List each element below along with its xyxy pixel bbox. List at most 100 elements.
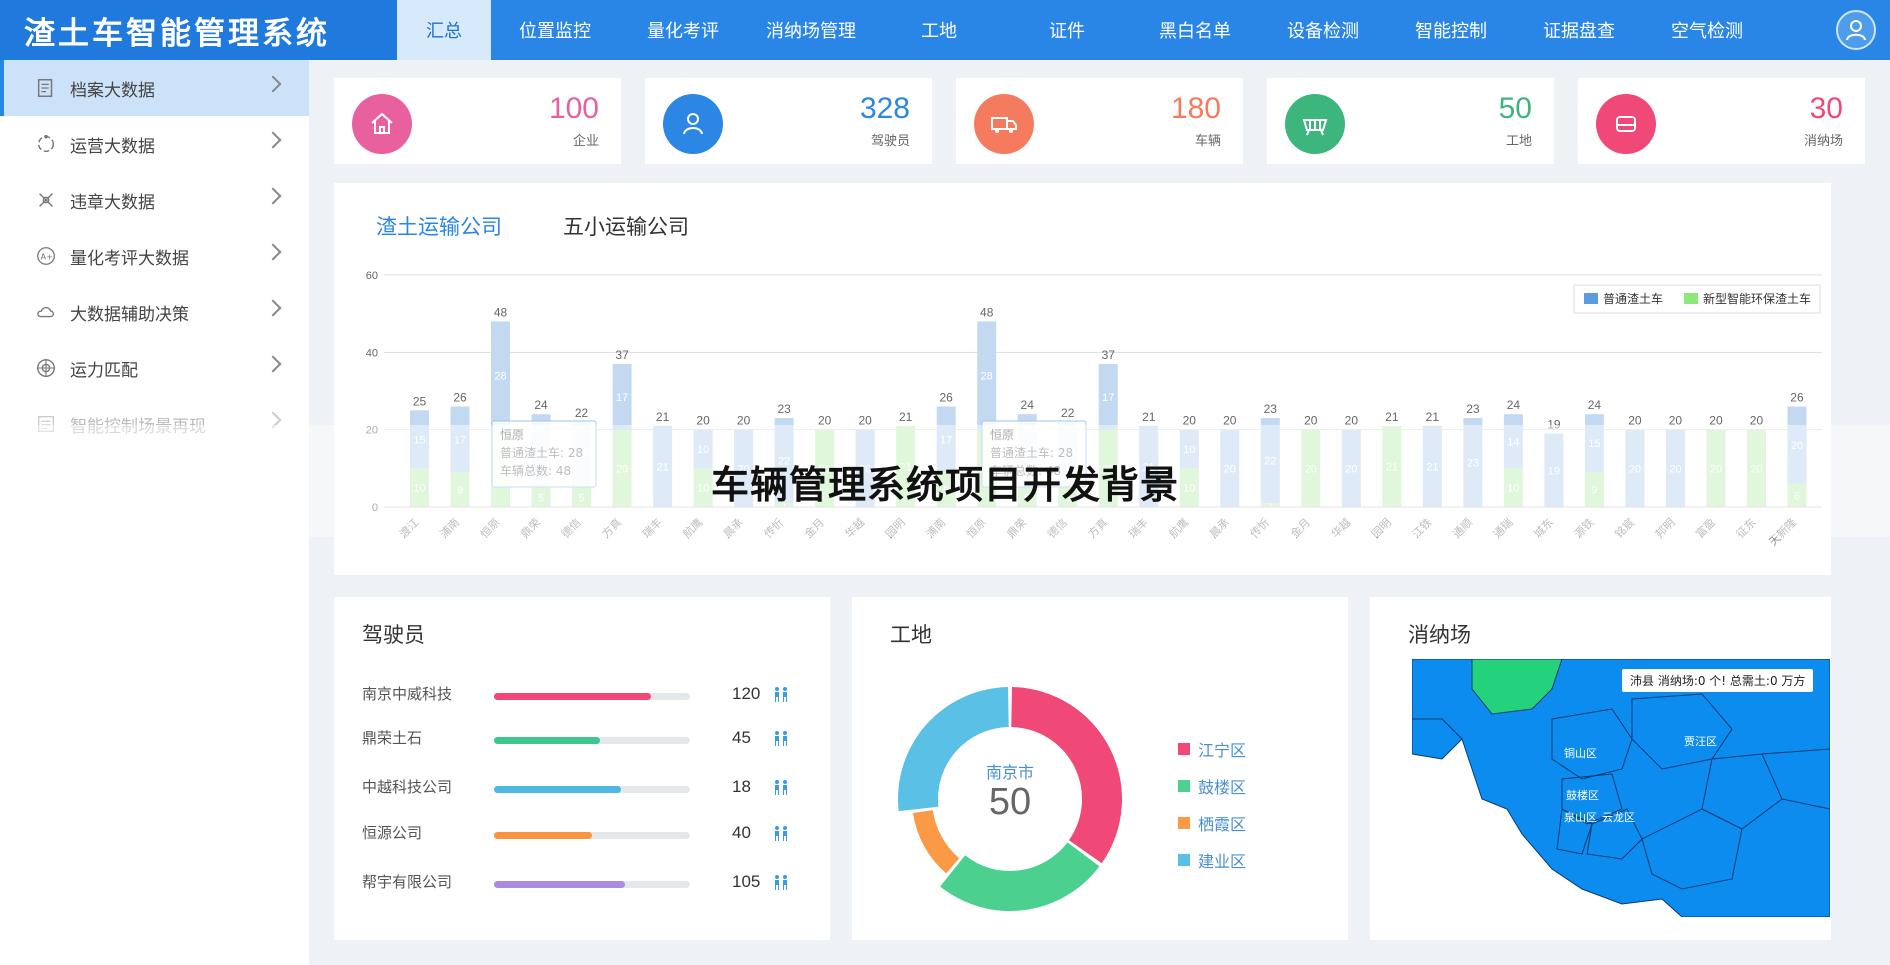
rating-icon: A+ <box>34 244 58 268</box>
y-tick-label: 40 <box>366 347 378 359</box>
bar-total-label: 21 <box>1385 410 1399 424</box>
sidebar-item[interactable]: 运营大数据 <box>0 116 309 172</box>
chevron-right-icon <box>264 299 282 317</box>
bar-total-label: 24 <box>1507 398 1521 412</box>
driver-row: 帮宇有限公司 105 <box>362 871 802 901</box>
bar-total-label: 24 <box>1588 398 1602 412</box>
sidebar-item[interactable]: 大数据辅助决策 <box>0 284 309 340</box>
bar-total-label: 23 <box>1264 402 1278 416</box>
bar-total-label: 22 <box>1061 406 1075 420</box>
nav-item[interactable]: 工地 <box>875 0 1003 60</box>
driver-row: 鼎荣土石 45 <box>362 727 802 757</box>
driver-progress-track <box>494 737 690 744</box>
driver-progress-track <box>494 832 690 839</box>
driver-company-name: 南京中威科技 <box>362 685 453 703</box>
nav-item[interactable]: 消纳场管理 <box>747 0 875 60</box>
driver-count: 45 <box>732 728 751 747</box>
sidebar-item[interactable]: 档案大数据 <box>0 60 309 116</box>
chevron-right-icon <box>264 355 282 373</box>
sidebar-item[interactable]: 运力匹配 <box>0 340 309 396</box>
legend-label: 栖霞区 <box>1198 815 1247 834</box>
dump-site-card: 消纳场 沛县 消纳场:0 个! 总需土:0 万方 铜山区 贾汪区 鼓楼区 泉山区… <box>1370 597 1831 940</box>
stat-label: 车辆 <box>1194 134 1221 149</box>
stat-label: 企业 <box>572 134 599 149</box>
dump-icon <box>1596 94 1656 154</box>
map-svg <box>1412 659 1830 917</box>
nav-item[interactable]: 量化考评 <box>619 0 747 60</box>
truck-icon <box>974 94 1034 154</box>
legend-label-smart-truck[interactable]: 新型智能环保渣土车 <box>1703 291 1811 306</box>
main-nav: 汇总 位置监控 量化考评 消纳场管理 工地 证件 黑白名单 设备检测 智能控制 证据盘查 空气检测 <box>397 0 1771 60</box>
donut-legend-item[interactable]: 栖霞区 <box>1178 811 1246 835</box>
stat-value: 328 <box>859 92 910 125</box>
bar-total-label: 21 <box>1426 410 1440 424</box>
driver-progress-fill <box>494 881 626 888</box>
stat-card[interactable]: 30 消纳场 <box>1578 78 1865 164</box>
bar-total-label: 21 <box>1142 410 1156 424</box>
donut-center-label: 南京市 <box>985 763 1034 782</box>
nav-item[interactable]: 汇总 <box>397 0 491 60</box>
donut-segment[interactable] <box>940 842 1100 911</box>
driver-company-name: 恒源公司 <box>362 824 423 842</box>
dump-card-title: 消纳场 <box>1408 623 1471 647</box>
dump-site-map[interactable]: 沛县 消纳场:0 个! 总需土:0 万方 铜山区 贾汪区 鼓楼区 泉山区 云龙区 <box>1412 659 1830 917</box>
sidebar-item-label: 档案大数据 <box>70 80 155 101</box>
nav-item[interactable]: 设备检测 <box>1259 0 1387 60</box>
driver-progress-fill <box>494 693 651 700</box>
driver-row: 中越科技公司 18 <box>362 776 802 806</box>
driver-company-name: 帮宇有限公司 <box>362 873 453 891</box>
bar-total-label: 24 <box>534 398 548 412</box>
bar-total-label: 26 <box>1790 390 1804 404</box>
donut-legend-item[interactable]: 建业区 <box>1178 848 1246 872</box>
driver-card-title: 驾驶员 <box>362 623 425 647</box>
user-icon <box>1846 20 1866 41</box>
sidebar-item[interactable]: A+ 量化考评大数据 <box>0 228 309 284</box>
user-avatar[interactable] <box>1836 10 1876 50</box>
donut-legend-item[interactable]: 鼓楼区 <box>1178 774 1246 798</box>
site-icon <box>1285 94 1345 154</box>
nav-item[interactable]: 智能控制 <box>1387 0 1515 60</box>
bar-total-label: 23 <box>1466 402 1480 416</box>
people-icon <box>775 731 787 746</box>
bar-total-label: 37 <box>1102 348 1116 362</box>
driver-count: 105 <box>732 872 761 891</box>
sidebar-item-label: 量化考评大数据 <box>70 248 189 269</box>
nav-item[interactable]: 证据盘查 <box>1515 0 1643 60</box>
nav-item[interactable]: 证件 <box>1003 0 1131 60</box>
bar-segment-label: 17 <box>1102 392 1114 404</box>
overlay-banner: 车辆管理系统项目开发背景 <box>0 425 1890 537</box>
legend-label: 江宁区 <box>1198 741 1247 760</box>
sidebar-item-label: 运营大数据 <box>70 136 155 157</box>
nav-item[interactable]: 位置监控 <box>491 0 619 60</box>
sidebar-item[interactable]: 违章大数据 <box>0 172 309 228</box>
bar-total-label: 21 <box>656 410 670 424</box>
site-card: 工地 南京市 50 江宁区 鼓楼区 栖霞区 建业区 <box>852 597 1348 940</box>
bar-total-label: 48 <box>494 305 508 319</box>
driver-progress-fill <box>494 786 622 793</box>
people-icon <box>775 687 787 702</box>
bar-segment-label: 28 <box>494 371 506 383</box>
stat-card[interactable]: 50 工地 <box>1267 78 1554 164</box>
driver-count: 40 <box>732 823 751 842</box>
bar-segment-label: 28 <box>981 371 993 383</box>
stat-card[interactable]: 180 车辆 <box>956 78 1243 164</box>
chevron-right-icon <box>264 187 282 205</box>
donut-legend-item[interactable]: 江宁区 <box>1178 737 1246 761</box>
stat-card[interactable]: 328 驾驶员 <box>645 78 932 164</box>
people-icon <box>775 826 787 841</box>
stat-label: 驾驶员 <box>870 134 910 149</box>
bar-total-label: 21 <box>899 410 913 424</box>
bar-segment-label: 17 <box>616 392 628 404</box>
legend-label-normal-truck[interactable]: 普通渣土车 <box>1603 291 1663 306</box>
driver-progress-track <box>494 693 690 700</box>
driver-card: 驾驶员 南京中威科技 120 鼎荣土石 45 中越科技公司 18 恒源公司 40 帮宇有限公司 1… <box>334 597 830 940</box>
nav-item[interactable]: 黑白名单 <box>1131 0 1259 60</box>
legend-swatch-blue <box>1584 293 1598 304</box>
stat-card[interactable]: 100 企业 <box>334 78 621 164</box>
bar-total-label: 26 <box>453 390 467 404</box>
driver-progress-fill <box>494 832 592 839</box>
stat-label: 工地 <box>1505 134 1532 149</box>
nav-item[interactable]: 空气检测 <box>1643 0 1771 60</box>
driver-progress-fill <box>494 737 600 744</box>
map-label-jiawang: 贾汪区 <box>1684 735 1717 748</box>
